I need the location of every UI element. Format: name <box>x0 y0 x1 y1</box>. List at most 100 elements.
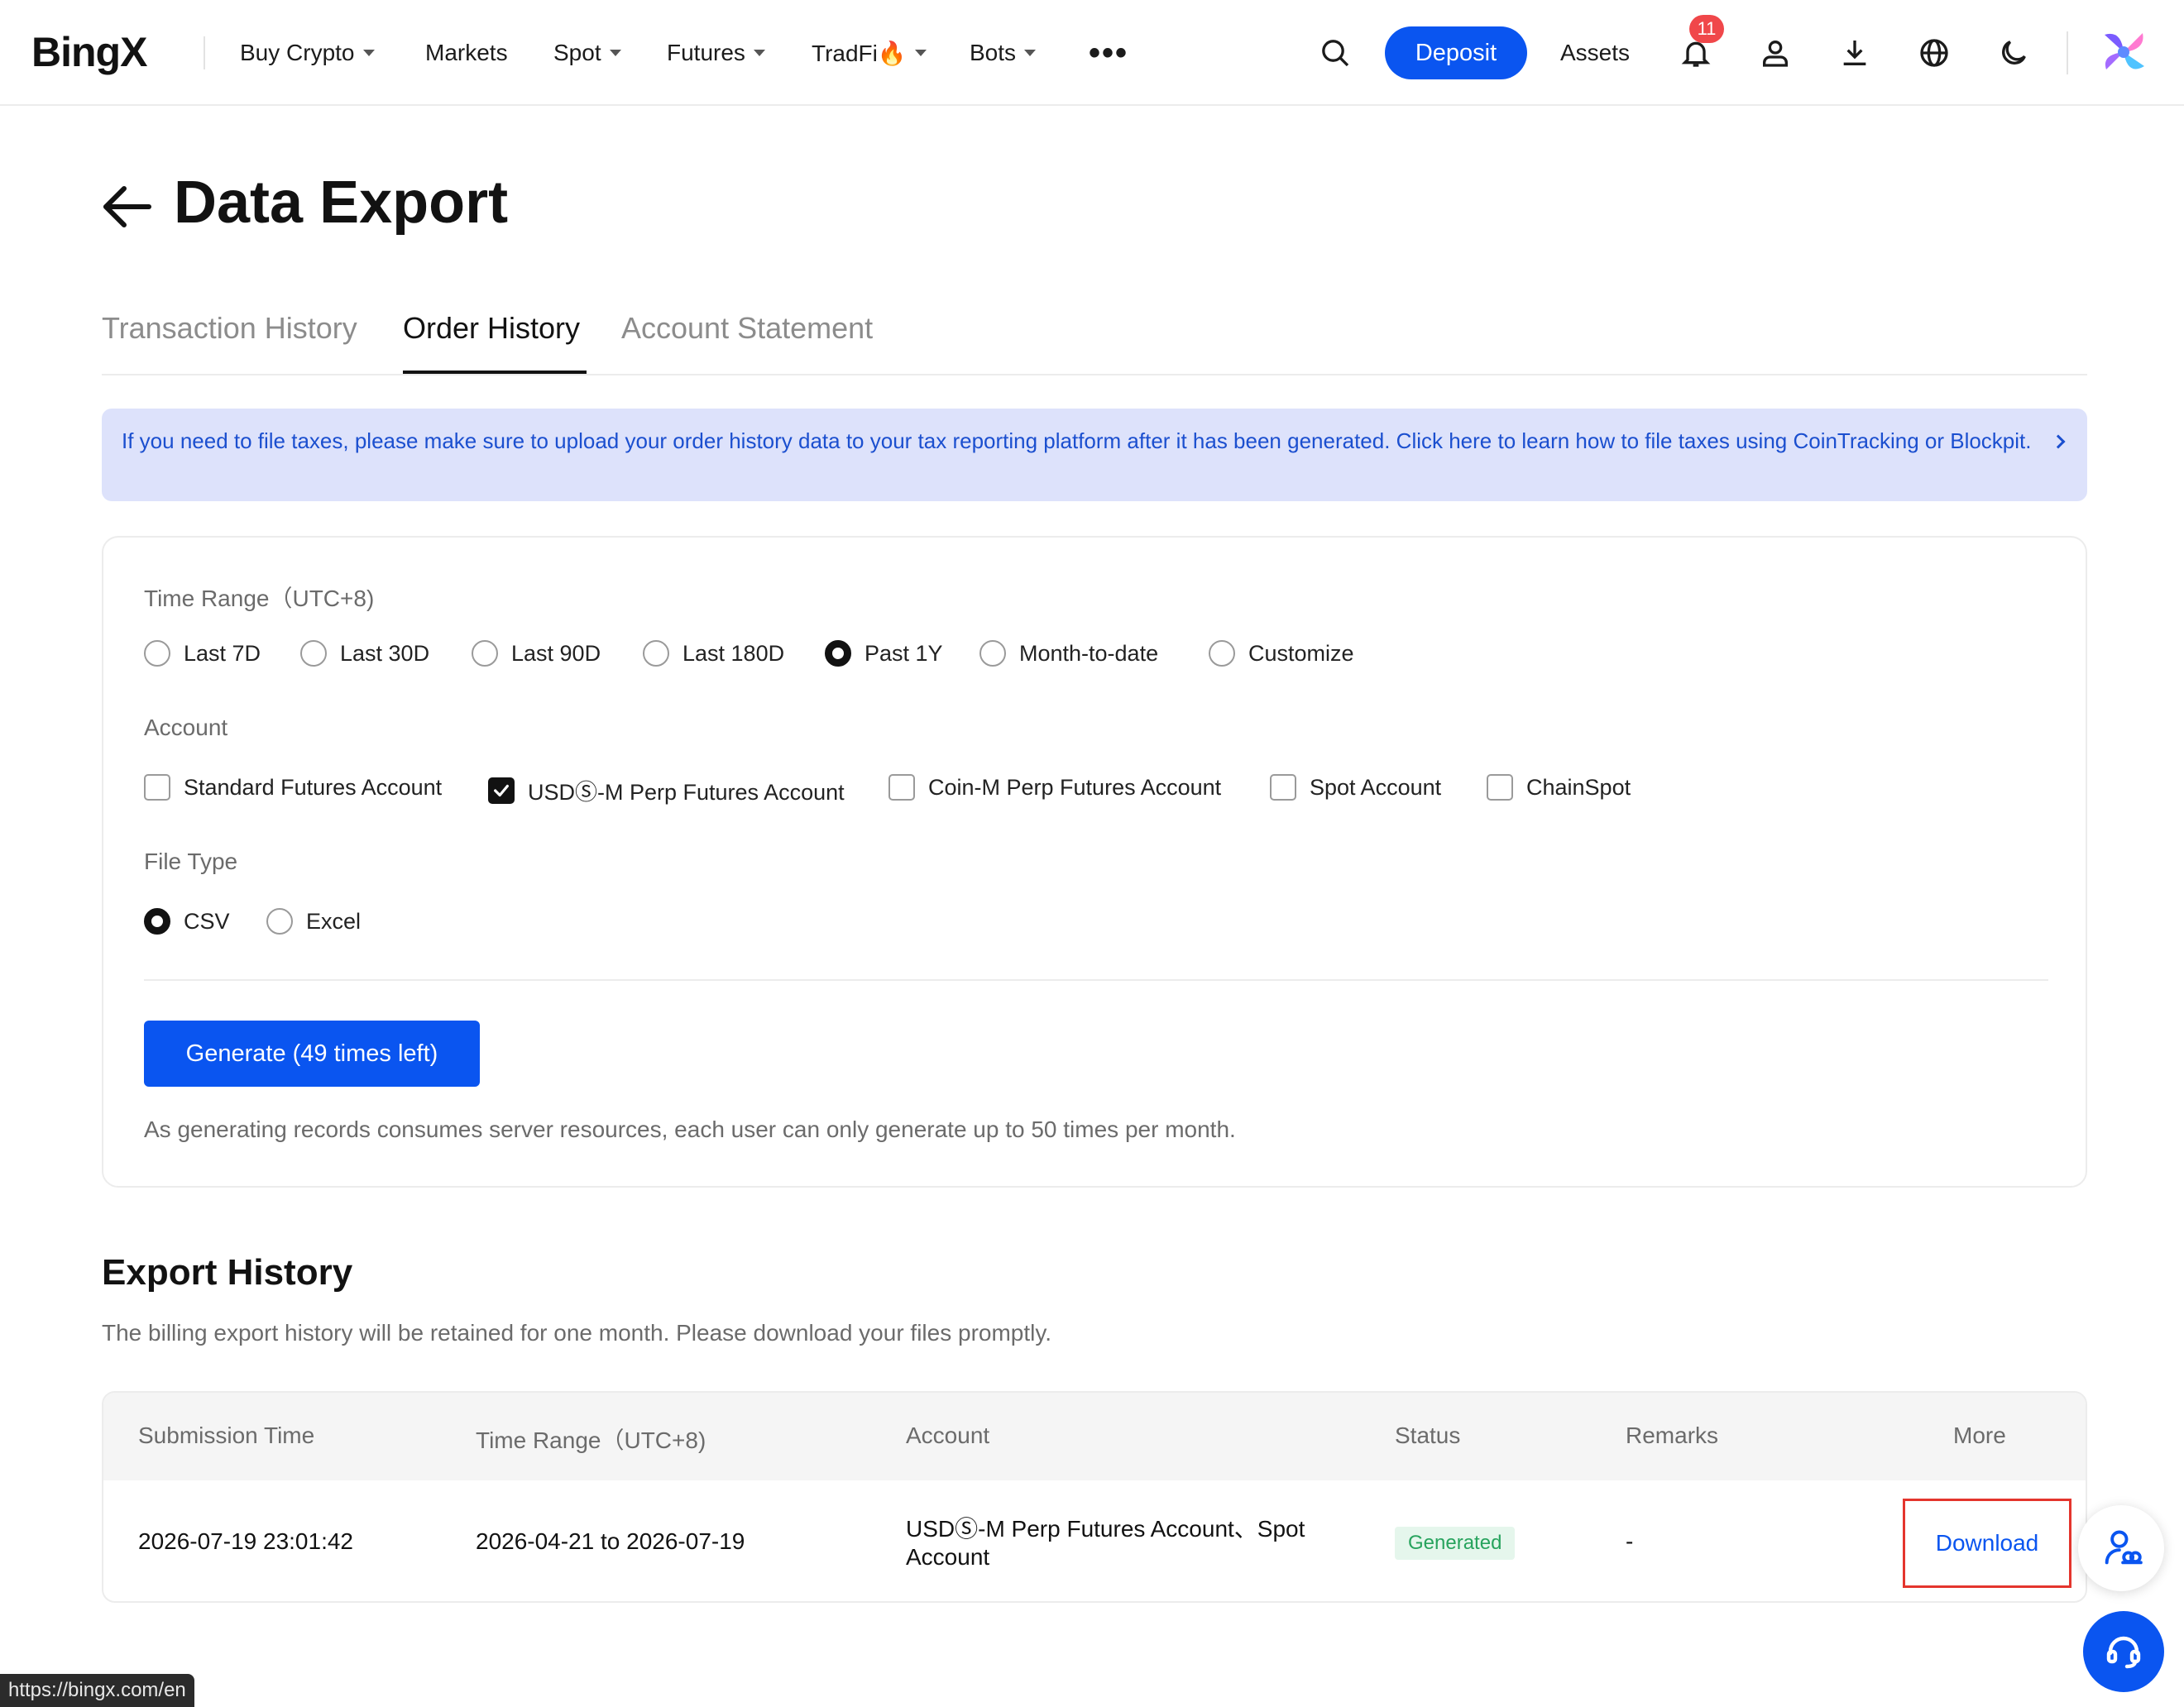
radio-last-30d[interactable]: Last 30D <box>300 640 429 667</box>
column-header-remarks: Remarks <box>1626 1422 1719 1448</box>
column-header-submission-time: Submission Time <box>138 1422 315 1448</box>
cell-account: USDⓈ-M Perp Futures Account、Spot Account <box>906 1516 1305 1570</box>
checkbox-chainspot[interactable]: ChainSpot <box>1487 774 1631 801</box>
radio-label: CSV <box>184 908 230 934</box>
nav-divider <box>2067 31 2068 74</box>
radio-unchecked-icon <box>643 640 669 667</box>
bingx-logo[interactable]: BingX <box>31 28 147 76</box>
radio-label: Last 180D <box>682 640 785 666</box>
back-arrow-icon[interactable] <box>101 184 154 230</box>
chevron-right-icon <box>2051 434 2065 449</box>
caret-down-icon <box>1024 50 1037 56</box>
checkbox-label: Spot Account <box>1310 774 1442 800</box>
column-header-more: More <box>1953 1422 2006 1448</box>
radio-label: Excel <box>306 908 362 934</box>
user-icon[interactable] <box>1752 30 1798 76</box>
checkbox-label: ChainSpot <box>1526 774 1631 800</box>
nav-item-spot[interactable]: Spot <box>553 36 621 69</box>
caret-down-icon <box>753 50 765 56</box>
divider <box>144 979 2048 981</box>
checkbox-label: Standard Futures Account <box>184 774 443 800</box>
browser-status-url: https://bingx.com/en <box>0 1674 194 1707</box>
radio-month-to-date[interactable]: Month-to-date <box>979 640 1158 667</box>
radio-label: Month-to-date <box>1019 640 1159 666</box>
checkbox-spot-account[interactable]: Spot Account <box>1270 774 1441 801</box>
moon-icon[interactable] <box>1990 30 2037 76</box>
page-title: Data Export <box>174 170 509 236</box>
column-header-time-range: Time Range（UTC+8) <box>476 1427 706 1453</box>
radio-label: Last 7D <box>184 640 261 666</box>
nav-item-label: TradFi🔥 <box>812 40 907 66</box>
generate-limit-note: As generating records consumes server re… <box>144 1116 1236 1142</box>
generate-button[interactable]: Generate (49 times left) <box>144 1021 480 1087</box>
radio-last-7d[interactable]: Last 7D <box>144 640 261 667</box>
checkbox-label: Coin-M Perp Futures Account <box>928 774 1222 800</box>
tab-order-history[interactable]: Order History <box>403 311 580 346</box>
checkbox-usds-m-perp-futures[interactable]: USDⓈ-M Perp Futures Account <box>488 774 845 806</box>
nav-item-label: Markets <box>425 40 508 65</box>
radio-last-180d[interactable]: Last 180D <box>643 640 784 667</box>
column-header-status: Status <box>1395 1422 1461 1448</box>
radio-checked-icon <box>825 640 851 667</box>
caret-down-icon <box>362 50 375 56</box>
nav-item-label: Spot <box>553 40 601 65</box>
radio-unchecked-icon <box>300 640 327 667</box>
radio-unchecked-icon <box>472 640 498 667</box>
checkbox-unchecked-icon <box>1487 774 1513 801</box>
caret-down-icon <box>609 50 621 56</box>
globe-icon[interactable] <box>1911 30 1957 76</box>
assistant-icon[interactable] <box>2078 1505 2164 1591</box>
tab-transaction-history[interactable]: Transaction History <box>102 311 357 346</box>
checkbox-unchecked-icon <box>1270 774 1296 801</box>
export-history-table: Submission Time Time Range（UTC+8) Accoun… <box>102 1391 2087 1603</box>
assets-link[interactable]: Assets <box>1560 36 1630 69</box>
checkbox-unchecked-icon <box>888 774 915 801</box>
cell-remarks: - <box>1626 1528 1634 1554</box>
deposit-button[interactable]: Deposit <box>1385 26 1527 79</box>
nav-item-futures[interactable]: Futures <box>667 36 765 69</box>
search-icon[interactable] <box>1312 30 1358 76</box>
nav-item-buy-crypto[interactable]: Buy Crypto <box>240 36 375 69</box>
tax-info-banner[interactable]: If you need to file taxes, please make s… <box>102 409 2087 501</box>
checkmark-icon <box>488 777 515 804</box>
active-tab-indicator <box>403 371 587 374</box>
checkbox-label: USDⓈ-M Perp Futures Account <box>528 780 845 805</box>
headset-support-icon[interactable] <box>2083 1611 2164 1692</box>
file-type-label: File Type <box>144 849 238 874</box>
tab-bar: Transaction History Order History Accoun… <box>102 303 2087 375</box>
radio-past-1y[interactable]: Past 1Y <box>825 640 943 667</box>
radio-unchecked-icon <box>144 640 170 667</box>
cell-time-range: 2026-04-21 to 2026-07-19 <box>476 1528 745 1554</box>
radio-csv[interactable]: CSV <box>144 908 230 935</box>
download-link[interactable]: Download <box>1903 1499 2071 1588</box>
radio-label: Last 90D <box>511 640 601 666</box>
checkbox-unchecked-icon <box>144 774 170 801</box>
nav-item-bots[interactable]: Bots <box>970 36 1037 69</box>
nav-item-label: Futures <box>667 40 745 65</box>
radio-unchecked-icon <box>266 908 293 935</box>
notification-badge: 11 <box>1689 15 1724 43</box>
more-horizontal-icon[interactable]: ••• <box>1089 36 1128 69</box>
nav-item-tradfi[interactable]: TradFi🔥 <box>812 36 927 69</box>
export-settings-card: Time Range（UTC+8) Last 7D Last 30D Last … <box>102 536 2087 1188</box>
avatar[interactable] <box>2096 25 2151 79</box>
checkbox-standard-futures[interactable]: Standard Futures Account <box>144 774 442 801</box>
radio-last-90d[interactable]: Last 90D <box>472 640 601 667</box>
nav-item-label: Bots <box>970 40 1017 65</box>
radio-unchecked-icon <box>1209 640 1235 667</box>
nav-item-label: Buy Crypto <box>240 40 355 65</box>
caret-down-icon <box>914 50 927 56</box>
time-range-label: Time Range（UTC+8) <box>144 586 375 611</box>
radio-customize[interactable]: Customize <box>1209 640 1354 667</box>
radio-label: Past 1Y <box>864 640 943 666</box>
radio-checked-icon <box>144 908 170 935</box>
radio-excel[interactable]: Excel <box>266 908 361 935</box>
account-label: Account <box>144 715 228 740</box>
tab-account-statement[interactable]: Account Statement <box>621 311 873 346</box>
export-history-subtitle: The billing export history will be retai… <box>102 1320 1052 1346</box>
radio-unchecked-icon <box>979 640 1006 667</box>
checkbox-coin-m-perp-futures[interactable]: Coin-M Perp Futures Account <box>888 774 1221 801</box>
download-app-icon[interactable] <box>1832 30 1878 76</box>
nav-item-markets[interactable]: Markets <box>425 36 508 69</box>
top-navigation: BingX Buy Crypto Markets Spot Futures Tr… <box>0 0 2184 106</box>
